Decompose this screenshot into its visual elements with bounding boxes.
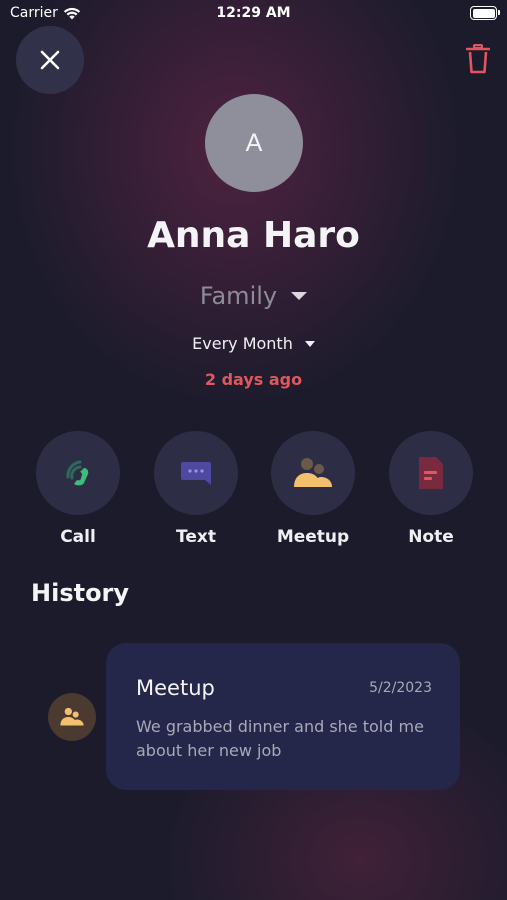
close-button[interactable] [16,26,84,94]
note-label: Note [408,527,454,547]
meetup-button[interactable]: Meetup [271,431,355,547]
text-button-circle[interactable] [154,431,238,515]
message-icon [181,462,211,485]
people-icon [60,707,84,726]
call-label: Call [60,527,96,547]
history-entry-type: Meetup [136,676,215,700]
history-entry-icon [48,693,96,741]
last-contact-label: 2 days ago [204,370,303,389]
text-label: Text [176,527,216,547]
caret-down-icon [304,340,315,347]
note-button-circle[interactable] [389,431,473,515]
note-icon [419,457,443,489]
frequency-selector[interactable]: Every Month [0,334,507,353]
status-bar: Carrier 12:29 AM [0,0,507,28]
caret-down-icon [291,292,308,300]
people-icon [294,458,332,487]
history-entry-card[interactable]: Meetup 5/2/2023 We grabbed dinner and sh… [106,643,460,790]
call-button[interactable]: Call [36,431,120,547]
close-icon [40,50,60,70]
frequency-label: Every Month [192,334,293,353]
delete-contact-button[interactable] [464,42,492,76]
meetup-button-circle[interactable] [271,431,355,515]
battery-icon [470,6,500,20]
group-label: Family [199,282,278,310]
note-button[interactable]: Note [389,431,473,547]
contact-name: Anna Haro [147,215,360,256]
history-entry-date: 5/2/2023 [369,680,432,696]
group-selector[interactable]: Family [0,282,507,310]
avatar: A [205,94,303,192]
phone-icon [66,460,89,486]
call-button-circle[interactable] [36,431,120,515]
clock: 12:29 AM [216,5,291,21]
trash-icon [466,44,490,74]
history-entry-note: We grabbed dinner and she told me about … [136,717,424,760]
text-button[interactable]: Text [154,431,238,547]
meetup-label: Meetup [276,527,350,547]
history-heading: History [31,579,130,607]
